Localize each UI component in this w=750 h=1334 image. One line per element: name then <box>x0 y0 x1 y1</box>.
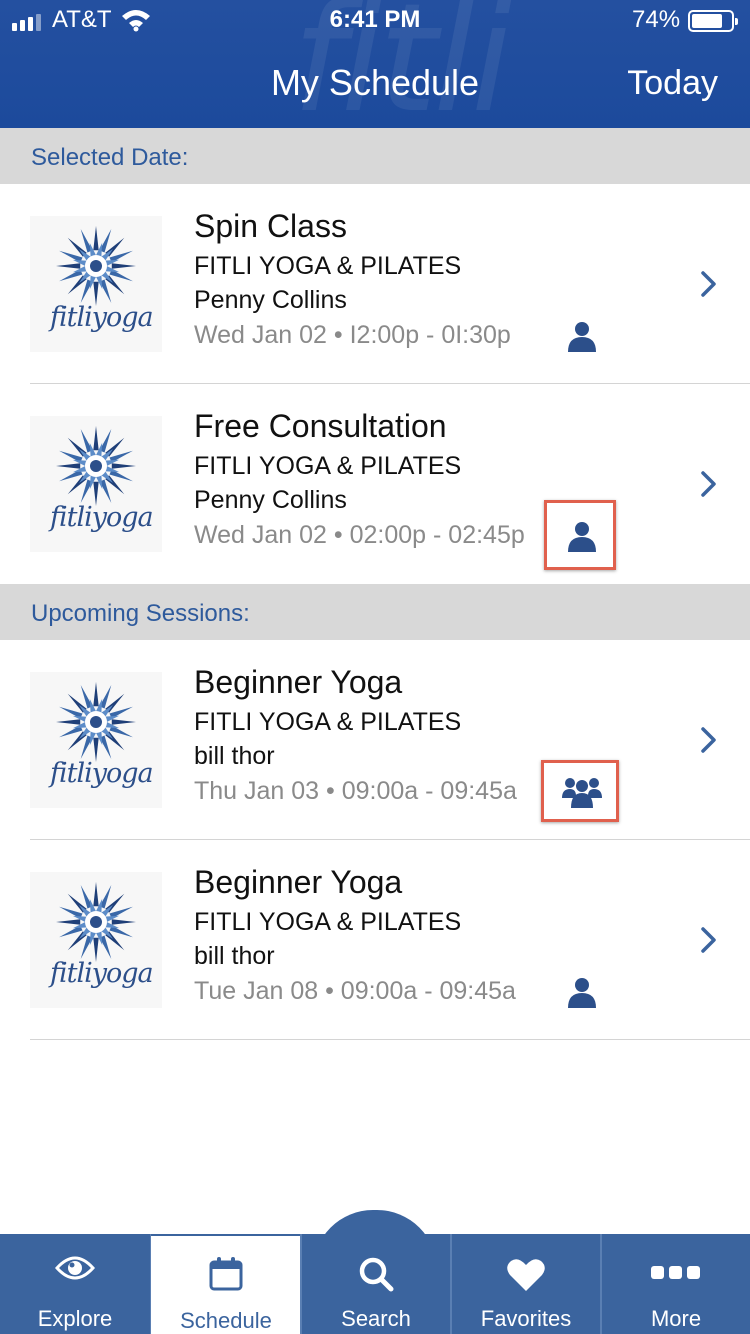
logo-text: fitliyoga <box>50 502 154 533</box>
session-title: Beginner Yoga <box>194 664 403 700</box>
battery-percent: 74% <box>632 6 681 33</box>
chevron-right-icon <box>701 471 716 497</box>
highlight-box <box>541 760 619 822</box>
logo-text: fitliyoga <box>50 758 154 789</box>
chevron-right-icon <box>701 927 716 953</box>
tab-bar: Explore Schedule Search Favorites More <box>0 1234 750 1334</box>
highlight-box <box>544 500 616 570</box>
session-studio: FITLI YOGA & PILATES <box>194 252 462 280</box>
nav-header: fitli AT&T 6:41 PM 74% My Schedule Today <box>0 0 750 128</box>
battery-icon <box>688 10 738 32</box>
tab-favorites[interactable]: Favorites <box>451 1234 601 1334</box>
tab-label: Schedule <box>180 1308 272 1333</box>
calendar-icon <box>209 1257 243 1291</box>
session-title: Beginner Yoga <box>194 864 403 900</box>
more-icon <box>651 1266 700 1279</box>
session-title: Spin Class <box>194 208 347 244</box>
session-datetime: Wed Jan 02 • I2:00p - 0I:30p <box>194 321 511 349</box>
status-bar: AT&T 6:41 PM 74% <box>0 0 750 40</box>
session-title: Free Consultation <box>194 408 447 444</box>
session-studio: FITLI YOGA & PILATES <box>194 452 462 480</box>
studio-logo: fitliyoga <box>30 672 162 808</box>
logo-text: fitliyoga <box>50 302 154 333</box>
session-datetime: Thu Jan 03 • 09:00a - 09:45a <box>194 777 517 805</box>
session-row[interactable]: fitliyoga Beginner Yoga FITLI YOGA & PIL… <box>0 840 750 1040</box>
session-instructor: Penny Collins <box>194 486 347 514</box>
chevron-right-icon <box>701 727 716 753</box>
sunburst-icon <box>56 426 136 506</box>
tab-label: More <box>650 1306 702 1331</box>
section-header-upcoming: Upcoming Sessions: <box>0 584 750 640</box>
row-divider <box>30 1039 750 1040</box>
session-instructor: bill thor <box>194 742 275 770</box>
sunburst-icon <box>56 682 136 762</box>
session-studio: FITLI YOGA & PILATES <box>194 708 462 736</box>
section-header-selected-date: Selected Date: <box>0 128 750 184</box>
today-button[interactable]: Today <box>627 64 718 103</box>
heart-icon <box>507 1259 545 1291</box>
single-person-icon <box>568 978 596 1008</box>
tab-schedule[interactable]: Schedule <box>151 1234 301 1334</box>
sunburst-icon <box>56 226 136 306</box>
eye-icon <box>55 1256 95 1280</box>
session-instructor: Penny Collins <box>194 286 347 314</box>
tab-label: Search <box>341 1306 411 1331</box>
single-person-icon <box>568 322 596 352</box>
session-studio: FITLI YOGA & PILATES <box>194 908 462 936</box>
studio-logo: fitliyoga <box>30 872 162 1008</box>
tab-label: Favorites <box>480 1306 572 1331</box>
session-instructor: bill thor <box>194 942 275 970</box>
session-row[interactable]: fitliyoga Free Consultation FITLI YOGA &… <box>0 384 750 584</box>
tab-explore[interactable]: Explore <box>0 1234 150 1334</box>
studio-logo: fitliyoga <box>30 216 162 352</box>
logo-text: fitliyoga <box>50 958 154 989</box>
tab-more[interactable]: More <box>601 1234 750 1334</box>
session-row[interactable]: fitliyoga Spin Class FITLI YOGA & PILATE… <box>0 184 750 384</box>
tab-search[interactable]: Search <box>301 1234 451 1334</box>
search-icon <box>359 1257 394 1292</box>
session-datetime: Wed Jan 02 • 02:00p - 02:45p <box>194 521 525 549</box>
session-row[interactable]: fitliyoga Beginner Yoga FITLI YOGA & PIL… <box>0 640 750 840</box>
studio-logo: fitliyoga <box>30 416 162 552</box>
tab-label: Explore <box>37 1306 113 1331</box>
chevron-right-icon <box>701 271 716 297</box>
session-datetime: Tue Jan 08 • 09:00a - 09:45a <box>194 977 516 1005</box>
sunburst-icon <box>56 882 136 962</box>
